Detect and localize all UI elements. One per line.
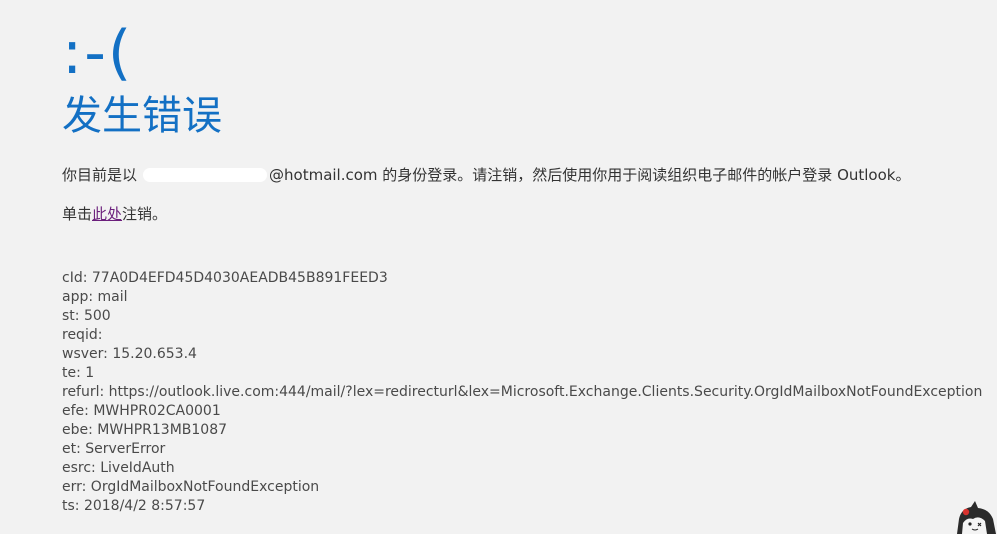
diagnostic-line: esrc: LiveIdAuth <box>62 460 175 476</box>
signout-prefix: 单击 <box>62 205 93 223</box>
diagnostic-line: te: 1 <box>62 365 95 381</box>
diagnostic-line: reqid: <box>62 327 103 343</box>
sad-face-emoticon: :-( <box>62 18 134 88</box>
diagnostic-line: efe: MWHPR02CA0001 <box>62 403 221 419</box>
redacted-account <box>143 168 268 182</box>
diagnostic-line: cId: 77A0D4EFD45D4030AEADB45B891FEED3 <box>62 270 388 286</box>
account-domain: @hotmail.com <box>269 166 378 184</box>
diagnostic-line: err: OrgIdMailboxNotFoundException <box>62 479 320 495</box>
diagnostic-line: et: ServerError <box>62 441 166 457</box>
signed-in-message-prefix: 你目前是以 <box>62 166 138 184</box>
diagnostic-line: ts: 2018/4/2 8:57:57 <box>62 498 206 514</box>
diagnostic-line: wsver: 15.20.653.4 <box>62 346 197 362</box>
diagnostic-info: cId: 77A0D4EFD45D4030AEADB45B891FEED3 ap… <box>62 269 982 516</box>
diagnostic-line: ebe: MWHPR13MB1087 <box>62 422 228 438</box>
diagnostic-line: st: 500 <box>62 308 111 324</box>
diagnostic-line: app: mail <box>62 289 128 305</box>
diagnostic-line: refurl: https://outlook.live.com:444/mai… <box>62 384 983 400</box>
signout-suffix: 注销。 <box>122 205 168 223</box>
mascot-icon <box>957 501 996 534</box>
page-title: 发生错误 <box>62 93 222 139</box>
signed-in-message-suffix: 的身份登录。请注销，然后使用你用于阅读组织电子邮件的帐户登录 Outlook。 <box>377 166 911 184</box>
signout-link[interactable]: 此处 <box>92 205 122 223</box>
signout-message: 单击此处注销。 <box>62 204 167 224</box>
signed-in-message: 你目前是以 @hotmail.com 的身份登录。请注销，然后使用你用于阅读组织电… <box>62 165 910 185</box>
